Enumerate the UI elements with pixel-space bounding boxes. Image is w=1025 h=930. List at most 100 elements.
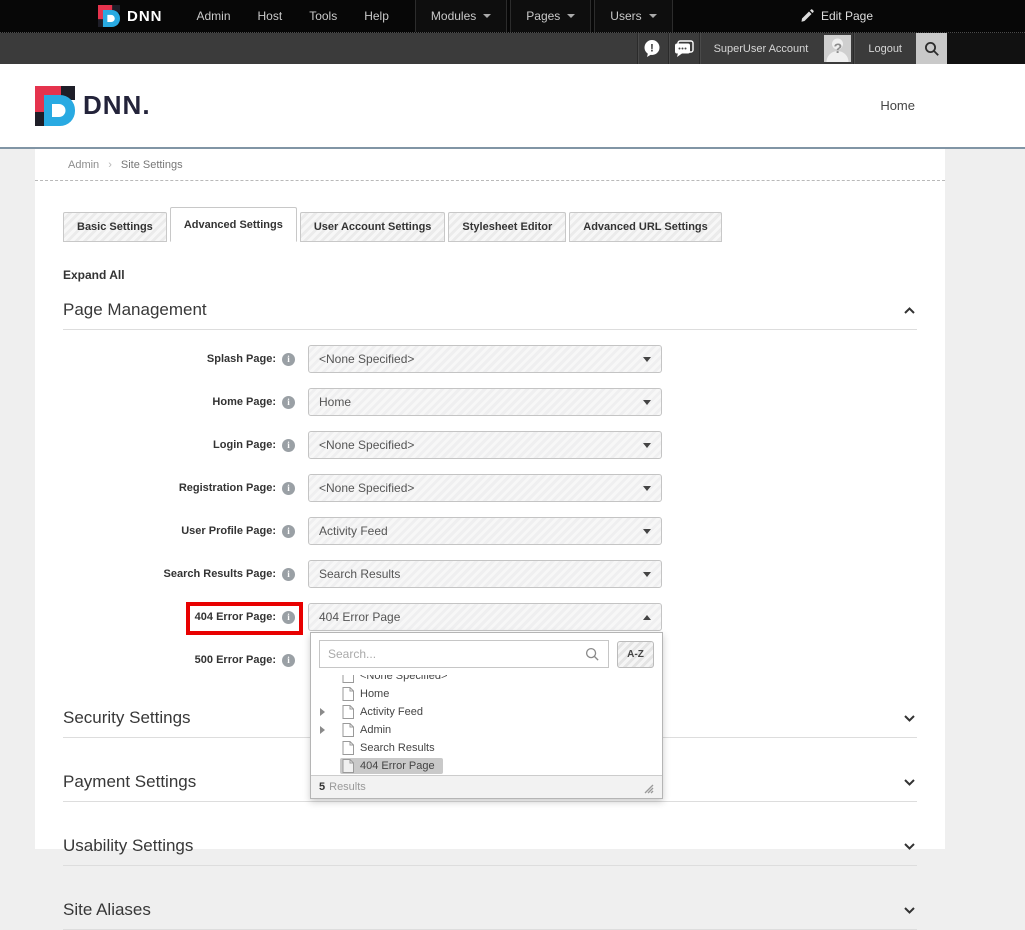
info-icon[interactable]: i: [282, 568, 295, 581]
edit-page-label: Edit Page: [821, 9, 873, 23]
userbar-right-fill: [947, 33, 1025, 64]
expand-all-link[interactable]: Expand All: [63, 268, 125, 282]
page-icon: [342, 723, 354, 737]
notifications-button[interactable]: !: [637, 33, 668, 64]
field-home-page: Home Page: i Home: [35, 388, 945, 416]
avatar[interactable]: ?: [824, 35, 851, 62]
tab-advanced-url-settings[interactable]: Advanced URL Settings: [569, 212, 722, 242]
triangle-right-icon: [320, 708, 325, 716]
field-label-wrap: User Profile Page: i: [63, 525, 295, 538]
field-label: 500 Error Page:: [195, 654, 276, 666]
dropdown-value: Activity Feed: [319, 524, 643, 538]
triangle-right-icon: [320, 726, 325, 734]
chevron-down-icon: [483, 14, 491, 18]
info-icon[interactable]: i: [282, 482, 295, 495]
info-icon[interactable]: i: [282, 353, 295, 366]
info-icon[interactable]: i: [282, 396, 295, 409]
section-title: Payment Settings: [63, 772, 196, 792]
tab-advanced-settings[interactable]: Advanced Settings: [170, 207, 297, 242]
menu-item-tools[interactable]: Tools: [309, 9, 337, 23]
user-bar: ! SuperUser Account ? Logout: [0, 33, 1025, 64]
dnn-topbar-logo[interactable]: DNN: [98, 0, 163, 32]
field-user-profile-page: User Profile Page: i Activity Feed: [35, 517, 945, 545]
breadcrumb: Admin › Site Settings: [35, 149, 945, 181]
field-search-results-page: Search Results Page: i Search Results: [35, 560, 945, 588]
tree-item-search-results[interactable]: Search Results: [311, 739, 662, 757]
resize-handle-icon[interactable]: [641, 781, 654, 794]
tree-item-home[interactable]: Home: [311, 685, 662, 703]
expander[interactable]: [318, 726, 340, 734]
info-icon[interactable]: i: [282, 525, 295, 538]
picker-search-field[interactable]: [319, 640, 609, 668]
section-page-management[interactable]: Page Management: [63, 294, 917, 330]
breadcrumb-separator: ›: [108, 159, 112, 171]
tree-item-label: 404 Error Page: [360, 760, 435, 772]
error-404-page-dropdown[interactable]: 404 Error Page: [308, 603, 662, 631]
breadcrumb-current[interactable]: Site Settings: [121, 159, 183, 171]
page-icon: [342, 705, 354, 719]
page-icon: [342, 741, 354, 755]
topbar-menu: Admin Host Tools Help: [197, 0, 389, 32]
menu-item-admin[interactable]: Admin: [197, 9, 231, 23]
section-usability-settings[interactable]: Usability Settings: [63, 820, 917, 866]
tree-item-inner: 404 Error Page: [340, 758, 443, 774]
info-icon[interactable]: i: [282, 654, 295, 667]
logout-link[interactable]: Logout: [853, 33, 916, 64]
info-icon[interactable]: i: [282, 439, 295, 452]
notification-bubble-icon: !: [643, 39, 662, 58]
login-page-dropdown[interactable]: <None Specified>: [308, 431, 662, 459]
menu-item-host[interactable]: Host: [258, 9, 283, 23]
page-tree: <None Specified> Home: [311, 667, 662, 775]
registration-page-dropdown[interactable]: <None Specified>: [308, 474, 662, 502]
menu-modules[interactable]: Modules: [415, 0, 507, 32]
site-search-button[interactable]: [916, 33, 947, 64]
nav-home-link[interactable]: Home: [880, 98, 915, 113]
user-profile-page-dropdown[interactable]: Activity Feed: [308, 517, 662, 545]
menu-users[interactable]: Users: [594, 0, 672, 32]
field-label: 404 Error Page:: [195, 611, 276, 623]
menu-pages[interactable]: Pages: [510, 0, 591, 32]
chevron-down-icon: [643, 443, 651, 448]
account-link[interactable]: SuperUser Account: [699, 33, 823, 64]
chevron-down-icon: [904, 843, 915, 850]
avatar-placeholder-glyph: ?: [834, 40, 843, 56]
section-title: Page Management: [63, 300, 207, 320]
edit-page-button[interactable]: Edit Page: [800, 0, 873, 32]
splash-page-dropdown[interactable]: <None Specified>: [308, 345, 662, 373]
field-splash-page: Splash Page: i <None Specified>: [35, 345, 945, 373]
section-title: Security Settings: [63, 708, 191, 728]
chat-bubbles-icon: [674, 40, 694, 58]
dropdown-value: Search Results: [319, 567, 643, 581]
site-header: DNN. Home: [0, 64, 1025, 147]
settings-tabs: Basic Settings Advanced Settings User Ac…: [63, 207, 945, 242]
menu-item-help[interactable]: Help: [364, 9, 389, 23]
tab-stylesheet-editor[interactable]: Stylesheet Editor: [448, 212, 566, 242]
sort-az-button[interactable]: A-Z: [617, 641, 654, 668]
dropdown-value: Home: [319, 395, 643, 409]
messages-button[interactable]: [668, 33, 699, 64]
section-title: Usability Settings: [63, 836, 193, 856]
section-site-aliases[interactable]: Site Aliases: [63, 884, 917, 930]
search-input[interactable]: [328, 647, 585, 661]
breadcrumb-admin[interactable]: Admin: [68, 159, 99, 171]
field-label-wrap: Search Results Page: i: [63, 568, 295, 581]
tree-item-admin[interactable]: Admin: [311, 721, 662, 739]
tree-item-activity-feed[interactable]: Activity Feed: [311, 703, 662, 721]
tree-item-label: Activity Feed: [360, 706, 423, 718]
field-404-error-page: 404 Error Page: i 404 Error Page: [35, 603, 945, 631]
field-registration-page: Registration Page: i <None Specified>: [35, 474, 945, 502]
field-label-wrap: 500 Error Page: i: [63, 654, 295, 667]
search-results-page-dropdown[interactable]: Search Results: [308, 560, 662, 588]
page-icon: [342, 759, 354, 773]
tab-user-account-settings[interactable]: User Account Settings: [300, 212, 446, 242]
field-label: Splash Page:: [207, 353, 276, 365]
site-brand-wordmark: DNN.: [83, 90, 151, 121]
home-page-dropdown[interactable]: Home: [308, 388, 662, 416]
expander[interactable]: [318, 708, 340, 716]
tree-item-404-error-page[interactable]: 404 Error Page: [311, 757, 662, 775]
site-logo[interactable]: DNN.: [35, 86, 151, 126]
info-icon[interactable]: i: [282, 611, 295, 624]
chevron-down-icon: [643, 486, 651, 491]
tab-basic-settings[interactable]: Basic Settings: [63, 212, 167, 242]
chevron-up-icon: [643, 615, 651, 620]
